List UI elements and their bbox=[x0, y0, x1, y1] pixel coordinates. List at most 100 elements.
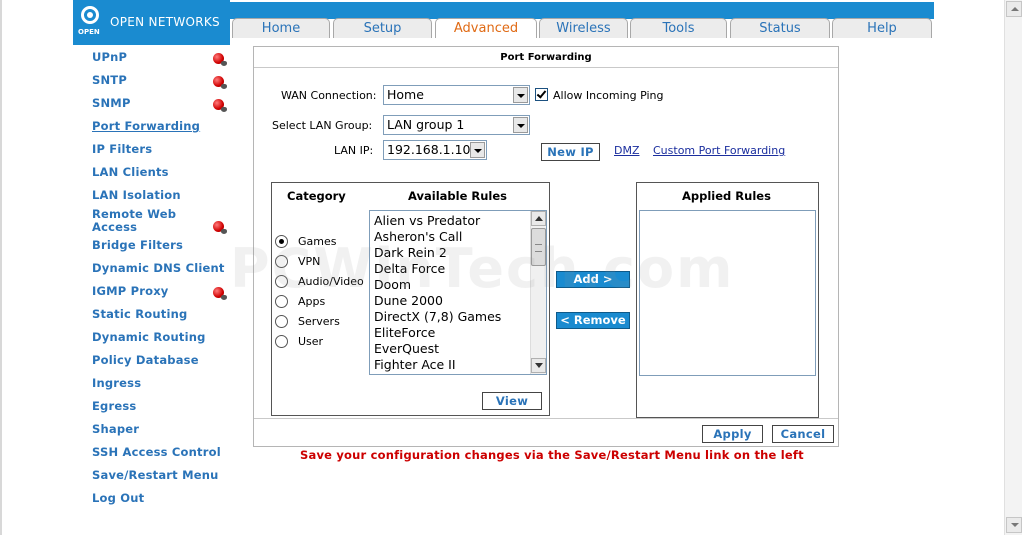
warning-flag-icon bbox=[213, 99, 227, 112]
sidebar-item-igmp-proxy[interactable]: IGMP Proxy bbox=[92, 284, 232, 300]
category-vpn[interactable]: VPN bbox=[275, 254, 375, 270]
applied-rules-list[interactable] bbox=[639, 210, 816, 376]
cancel-button[interactable]: Cancel bbox=[772, 425, 834, 443]
category-radio[interactable] bbox=[275, 315, 288, 328]
main-tabs: Home Setup Advanced Wireless Tools Statu… bbox=[230, 18, 934, 38]
category-apps[interactable]: Apps bbox=[275, 294, 375, 310]
category-radio[interactable] bbox=[275, 235, 288, 248]
list-item[interactable]: Alien vs Predator bbox=[374, 213, 480, 228]
sidebar-item-label: SNMP bbox=[92, 96, 131, 110]
header-band bbox=[230, 2, 934, 19]
sidebar-item-label: LAN Clients bbox=[92, 165, 169, 179]
category-games[interactable]: Games bbox=[275, 234, 375, 250]
sidebar-item-label: Policy Database bbox=[92, 353, 199, 367]
sidebar-item-log-out[interactable]: Log Out bbox=[92, 492, 232, 505]
remove-rule-button[interactable]: < Remove bbox=[556, 312, 630, 329]
lan-group-select[interactable]: LAN group 1 bbox=[383, 115, 530, 135]
sidebar-item-policy-database[interactable]: Policy Database bbox=[92, 354, 232, 367]
sidebar-item-static-routing[interactable]: Static Routing bbox=[92, 308, 232, 321]
category-audio-video[interactable]: Audio/Video bbox=[275, 274, 375, 290]
category-radio[interactable] bbox=[275, 335, 288, 348]
tab-wireless[interactable]: Wireless bbox=[539, 18, 628, 38]
checkmark-icon bbox=[536, 88, 547, 99]
list-item[interactable]: Fighter Ace II bbox=[374, 357, 456, 372]
scroll-up-icon[interactable] bbox=[531, 211, 546, 226]
sidebar-item-bridge-filters[interactable]: Bridge Filters bbox=[92, 239, 232, 252]
category-label: User bbox=[298, 335, 324, 348]
custom-port-forwarding-link[interactable]: Custom Port Forwarding bbox=[653, 144, 785, 157]
category-radio[interactable] bbox=[275, 275, 288, 288]
sidebar-item-lan-isolation[interactable]: LAN Isolation bbox=[92, 189, 232, 202]
sidebar-item-upnp[interactable]: UPnP bbox=[92, 51, 232, 66]
sidebar-item-egress[interactable]: Egress bbox=[92, 400, 232, 413]
sidebar-item-label: Egress bbox=[92, 399, 137, 413]
list-item[interactable]: EliteForce bbox=[374, 325, 435, 340]
page-scrollbar[interactable] bbox=[1004, 0, 1022, 535]
warning-flag-icon bbox=[213, 221, 227, 234]
apply-button[interactable]: Apply bbox=[702, 425, 763, 443]
list-item[interactable]: Doom bbox=[374, 277, 411, 292]
add-rule-button[interactable]: Add > bbox=[556, 271, 630, 288]
wan-connection-value: Home bbox=[387, 87, 424, 102]
list-item[interactable]: DirectX (7,8) Games bbox=[374, 309, 501, 324]
scroll-thumb[interactable] bbox=[531, 228, 546, 266]
sidebar-item-remote-web-access[interactable]: Remote Web Access bbox=[92, 207, 227, 234]
new-ip-button[interactable]: New IP bbox=[541, 143, 600, 161]
sidebar-item-label: Port Forwarding bbox=[92, 119, 201, 133]
chevron-down-icon bbox=[470, 142, 485, 158]
wan-connection-select[interactable]: Home bbox=[383, 85, 530, 105]
list-item[interactable]: Delta Force bbox=[374, 261, 445, 276]
brand-logo: OPEN OPEN NETWORKS bbox=[73, 0, 230, 45]
lan-group-label: Select LAN Group: bbox=[272, 119, 373, 132]
sidebar-item-save-restart-menu[interactable]: Save/Restart Menu bbox=[92, 469, 232, 482]
allow-ping-label: Allow Incoming Ping bbox=[553, 89, 664, 102]
sidebar-item-ingress[interactable]: Ingress bbox=[92, 377, 232, 390]
sidebar-item-snmp[interactable]: SNMP bbox=[92, 96, 232, 112]
category-radio[interactable] bbox=[275, 255, 288, 268]
category-radio[interactable] bbox=[275, 295, 288, 308]
tab-tools[interactable]: Tools bbox=[630, 18, 727, 38]
sidebar-item-shaper[interactable]: Shaper bbox=[92, 423, 232, 436]
port-forwarding-panel: Port Forwarding WAN Connection: Home All… bbox=[253, 46, 839, 447]
tab-status[interactable]: Status bbox=[730, 18, 830, 38]
sidebar-item-label: Ingress bbox=[92, 376, 142, 390]
sidebar-item-ip-filters[interactable]: IP Filters bbox=[92, 143, 232, 156]
available-rules-list[interactable]: Alien vs Predator Asheron's Call Dark Re… bbox=[369, 210, 547, 375]
tab-setup[interactable]: Setup bbox=[333, 18, 432, 38]
allow-ping-checkbox[interactable] bbox=[535, 88, 548, 101]
list-item[interactable]: Dark Rein 2 bbox=[374, 245, 447, 260]
dmz-link[interactable]: DMZ bbox=[614, 144, 640, 157]
list-scrollbar[interactable] bbox=[530, 211, 546, 374]
list-item[interactable]: Asheron's Call bbox=[374, 229, 462, 244]
sidebar-item-sntp[interactable]: SNTP bbox=[92, 74, 232, 89]
lan-group-value: LAN group 1 bbox=[387, 117, 465, 132]
sidebar-item-port-forwarding[interactable]: Port Forwarding bbox=[92, 120, 232, 133]
sidebar-item-dynamic-dns-client[interactable]: Dynamic DNS Client bbox=[92, 262, 232, 275]
sidebar-item-dynamic-routing[interactable]: Dynamic Routing bbox=[92, 331, 232, 344]
logo-mark-icon bbox=[81, 6, 99, 24]
category-label: Audio/Video bbox=[298, 275, 364, 288]
sidebar-item-label: Dynamic Routing bbox=[92, 330, 206, 344]
tab-help[interactable]: Help bbox=[832, 18, 932, 38]
scroll-up-icon[interactable] bbox=[1006, 1, 1022, 17]
view-button[interactable]: View bbox=[482, 392, 542, 410]
sidebar-item-lan-clients[interactable]: LAN Clients bbox=[92, 166, 232, 179]
tab-home[interactable]: Home bbox=[232, 18, 330, 38]
category-servers[interactable]: Servers bbox=[275, 314, 375, 330]
lan-ip-select[interactable]: 192.168.1.103 bbox=[383, 140, 487, 160]
available-rules-header: Available Rules bbox=[408, 189, 507, 203]
sidebar-item-label: Remote Web Access bbox=[92, 207, 177, 234]
list-item[interactable]: Dune 2000 bbox=[374, 293, 443, 308]
save-reminder: Save your configuration changes via the … bbox=[300, 448, 804, 462]
scroll-down-icon[interactable] bbox=[531, 358, 546, 373]
scroll-down-icon[interactable] bbox=[1006, 517, 1022, 533]
tab-advanced[interactable]: Advanced bbox=[435, 18, 537, 38]
category-user[interactable]: User bbox=[275, 334, 375, 350]
sidebar-item-label: Static Routing bbox=[92, 307, 188, 321]
list-item[interactable]: EverQuest bbox=[374, 341, 439, 356]
sidebar-item-label: IGMP Proxy bbox=[92, 284, 169, 298]
sidebar-item-label: Bridge Filters bbox=[92, 238, 183, 252]
sidebar-item-ssh-access-control[interactable]: SSH Access Control bbox=[92, 446, 232, 459]
warning-flag-icon bbox=[213, 76, 227, 89]
panel-title: Port Forwarding bbox=[500, 52, 592, 63]
